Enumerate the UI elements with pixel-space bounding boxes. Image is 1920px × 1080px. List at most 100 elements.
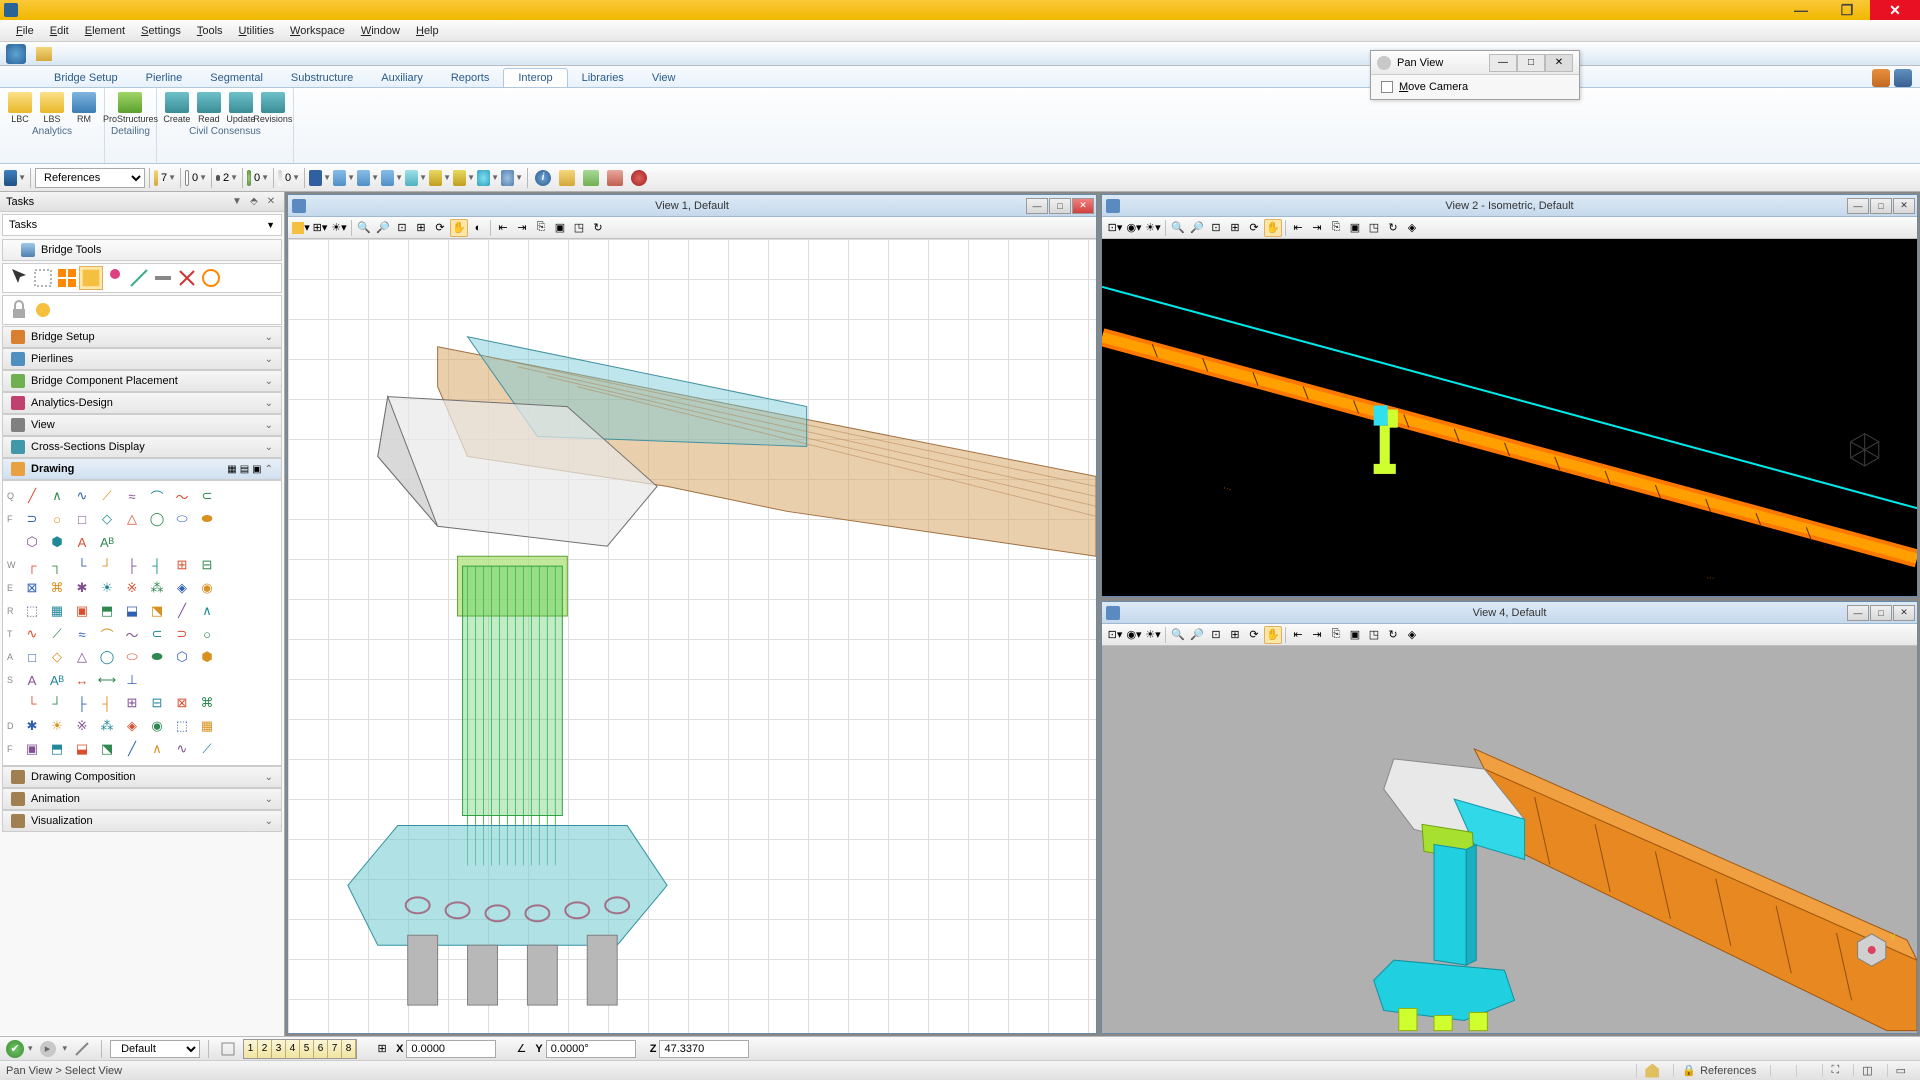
drawing-tool-6-5[interactable]: ⊂	[145, 623, 169, 645]
fence-tool[interactable]	[31, 266, 55, 290]
accordion-bridge-setup[interactable]: Bridge Setup⌄	[2, 326, 282, 348]
drawing-tool-0-0[interactable]: ╱	[20, 485, 44, 507]
tool-f-dropdown[interactable]: ▼	[357, 167, 379, 189]
view-close-button[interactable]: ✕	[1072, 198, 1094, 214]
menu-file[interactable]: File	[8, 23, 42, 39]
accordion-pierlines[interactable]: Pierlines⌄	[2, 348, 282, 370]
zoom-in-icon[interactable]: 🔍	[1169, 219, 1187, 237]
drawing-tool-0-5[interactable]: ⌒	[145, 485, 169, 507]
pan-icon[interactable]: ✋	[1264, 626, 1282, 644]
view-maximize-button[interactable]: □	[1870, 605, 1892, 621]
dropdown-icon[interactable]: ▼	[230, 195, 244, 209]
status-selection[interactable]: ◫	[1853, 1064, 1880, 1077]
drawing-tool-7-7[interactable]: ⬢	[195, 646, 219, 668]
drawing-tool-5-3[interactable]: ⬒	[95, 600, 119, 622]
accordion-view[interactable]: View⌄	[2, 414, 282, 436]
zoom-out-icon[interactable]: 🔎	[1188, 626, 1206, 644]
coord-icon[interactable]: ⊞	[371, 1039, 393, 1059]
sun-icon[interactable]: ☀▾	[1144, 219, 1162, 237]
zoom-in-icon[interactable]: 🔍	[355, 219, 373, 237]
ribbon-tab-auxiliary[interactable]: Auxiliary	[367, 69, 437, 87]
drawing-tool-9-2[interactable]: ├	[70, 692, 94, 714]
transparency-dropdown[interactable]: 0▼	[278, 167, 300, 189]
maximize-button[interactable]: ❐	[1824, 0, 1870, 20]
coord-icon[interactable]: ∠	[510, 1039, 532, 1059]
view-next-icon[interactable]: ⇥	[1308, 219, 1326, 237]
drawing-tool-2-1[interactable]: ⬢	[45, 531, 69, 553]
status-fullscreen[interactable]: ⛶	[1822, 1064, 1847, 1077]
drawing-tool-4-2[interactable]: ✱	[70, 577, 94, 599]
ribbon-button-revisions[interactable]: Revisions	[259, 92, 287, 124]
drawing-tool-3-6[interactable]: ⊞	[170, 554, 194, 576]
ribbon-tab-reports[interactable]: Reports	[437, 69, 504, 87]
view-toggle-4[interactable]: 4	[286, 1040, 300, 1058]
level-dropdown[interactable]: 7▼	[154, 167, 176, 189]
rotate-icon[interactable]: ⟳	[1245, 219, 1263, 237]
drawing-tool-9-5[interactable]: ⊟	[145, 692, 169, 714]
drawing-tool-4-4[interactable]: ※	[120, 577, 144, 599]
app-logo-icon[interactable]	[6, 44, 26, 64]
drawing-tool-6-4[interactable]: 〜	[120, 623, 144, 645]
view-next-icon[interactable]: ⇥	[513, 219, 531, 237]
class-dropdown[interactable]: 0▼	[247, 167, 269, 189]
tree-bridge-tools[interactable]: Bridge Tools	[2, 239, 282, 261]
grid-toggle[interactable]	[217, 1039, 239, 1059]
attributes-tool[interactable]	[199, 266, 223, 290]
display-style-dropdown[interactable]: ⊞▾	[311, 219, 329, 237]
view-2-titlebar[interactable]: View 2 - Isometric, Default — □ ✕	[1102, 195, 1917, 217]
help-icon[interactable]	[1894, 69, 1912, 87]
ribbon-tab-segmental[interactable]: Segmental	[196, 69, 277, 87]
z-value-input[interactable]: 47.3370	[659, 1040, 749, 1058]
drawing-tool-0-2[interactable]: ∿	[70, 485, 94, 507]
copy-icon[interactable]: ⎘	[532, 219, 550, 237]
drawing-tool-1-0[interactable]: ⊃	[20, 508, 44, 530]
folder-icon[interactable]	[36, 47, 52, 61]
accordion-cross-sections-display[interactable]: Cross-Sections Display⌄	[2, 436, 282, 458]
drawing-tool-8-2[interactable]: ↔	[70, 669, 94, 691]
view-maximize-button[interactable]: □	[1870, 198, 1892, 214]
drawing-tool-3-3[interactable]: ┘	[95, 554, 119, 576]
drawing-tool-6-1[interactable]: ⟋	[45, 623, 69, 645]
close-icon[interactable]: ✕	[264, 195, 278, 209]
drawing-tool-5-6[interactable]: ╱	[170, 600, 194, 622]
accept-button[interactable]: ✔	[6, 1040, 24, 1058]
tool-i-dropdown[interactable]: ▼	[429, 167, 451, 189]
drawing-tool-7-4[interactable]: ⬭	[120, 646, 144, 668]
view-4-titlebar[interactable]: View 4, Default — □ ✕	[1102, 602, 1917, 624]
extra-icon[interactable]: ◈	[1403, 626, 1421, 644]
drawing-tool-0-1[interactable]: ∧	[45, 485, 69, 507]
walk-icon[interactable]: ◐	[469, 219, 487, 237]
drawing-tool-11-6[interactable]: ∿	[170, 738, 194, 760]
drawing-tool-4-7[interactable]: ◉	[195, 577, 219, 599]
cancel-button[interactable]	[628, 167, 650, 189]
close-button[interactable]: ✕	[1870, 0, 1920, 20]
drawing-tool-6-3[interactable]: ⌒	[95, 623, 119, 645]
x-value-input[interactable]: 0.0000	[406, 1040, 496, 1058]
drawing-tool-9-1[interactable]: ┘	[45, 692, 69, 714]
view-toggle-8[interactable]: 8	[342, 1040, 356, 1058]
brush-tool[interactable]	[103, 266, 127, 290]
view-attr-dropdown[interactable]: ⊡▾	[1106, 219, 1124, 237]
ribbon-tab-view[interactable]: View	[638, 69, 690, 87]
drawing-tool-6-6[interactable]: ⊃	[170, 623, 194, 645]
level-select[interactable]: Default	[110, 1040, 200, 1058]
menu-tools[interactable]: Tools	[189, 23, 231, 39]
view-close-button[interactable]: ✕	[1893, 605, 1915, 621]
menu-workspace[interactable]: Workspace	[282, 23, 353, 39]
drawing-tool-9-3[interactable]: ┤	[95, 692, 119, 714]
view-prev-icon[interactable]: ⇤	[494, 219, 512, 237]
drawing-tool-2-2[interactable]: A	[70, 531, 94, 553]
info-button[interactable]: i	[532, 167, 554, 189]
view-minimize-button[interactable]: —	[1847, 605, 1869, 621]
sun-icon[interactable]: ☀▾	[330, 219, 348, 237]
drawing-tool-9-0[interactable]: └	[20, 692, 44, 714]
clip-mask-icon[interactable]: ◳	[1365, 626, 1383, 644]
fit-view-icon[interactable]: ⊞	[1226, 219, 1244, 237]
drawing-tool-3-4[interactable]: ├	[120, 554, 144, 576]
clip-volume-icon[interactable]: ▣	[1346, 219, 1364, 237]
layout-icon-3[interactable]: ▣	[252, 464, 261, 475]
accordion-visualization[interactable]: Visualization⌄	[2, 810, 282, 832]
status-home[interactable]	[1636, 1064, 1667, 1078]
drawing-tool-3-5[interactable]: ┤	[145, 554, 169, 576]
view-toggle-3[interactable]: 3	[272, 1040, 286, 1058]
